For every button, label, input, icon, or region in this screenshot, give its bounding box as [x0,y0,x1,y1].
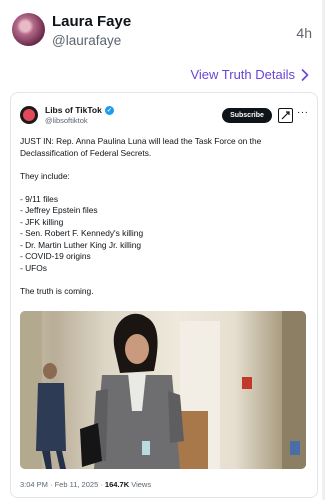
chevron-right-icon [301,68,309,81]
views-count: 164.7K [104,480,130,489]
views-label: Views [131,480,152,489]
tweet-line: - JFK killing [20,216,64,227]
view-truth-details-link[interactable]: View Truth Details [190,67,309,82]
photo-illustration [20,311,306,469]
tweet-text: JUST IN: Rep. Anna Paulina Luna will lea… [20,136,308,297]
tweet-meta: 3:04 PM · Feb 11, 2025 · 164.7K Views [20,480,151,489]
post-time: 4h [296,25,312,41]
embedded-name[interactable]: Libs of TikTok ✓ [45,105,114,115]
grok-icon[interactable] [278,108,293,123]
embedded-tweet-card[interactable]: Libs of TikTok ✓ @libsoftiktok Subscribe… [10,92,318,498]
user-handle[interactable]: @laurafaye [52,33,121,48]
tweet-line: - COVID-19 origins [20,251,91,261]
tweet-line: - 9/11 files [20,193,59,204]
tweet-line: JUST IN: Rep. Anna Paulina Luna will lea… [20,136,262,158]
verified-badge-icon: ✓ [104,105,114,115]
embedded-avatar[interactable] [20,106,38,124]
tweet-photo[interactable] [20,311,306,469]
tweet-line: - UFOs [20,262,47,273]
embedded-name-label: Libs of TikTok [45,105,102,115]
display-name[interactable]: Laura Faye [52,13,131,30]
tweet-line: They include: [20,170,70,181]
avatar[interactable] [12,13,45,46]
tweet-line: - Sen. Robert F. Kennedy's killing [20,228,144,238]
tweet-timestamp[interactable]: 3:04 PM · Feb 11, 2025 · [20,480,103,489]
tweet-line: The truth is coming. [20,285,94,296]
subscribe-button[interactable]: Subscribe [222,108,272,123]
view-truth-details-label: View Truth Details [190,67,295,82]
tweet-line: - Dr. Martin Luther King Jr. killing [20,239,142,250]
embedded-handle[interactable]: @libsoftiktok [45,116,88,125]
more-options-button[interactable]: ··· [297,107,309,118]
tweet-line: - Jeffrey Epstein files [20,205,98,215]
